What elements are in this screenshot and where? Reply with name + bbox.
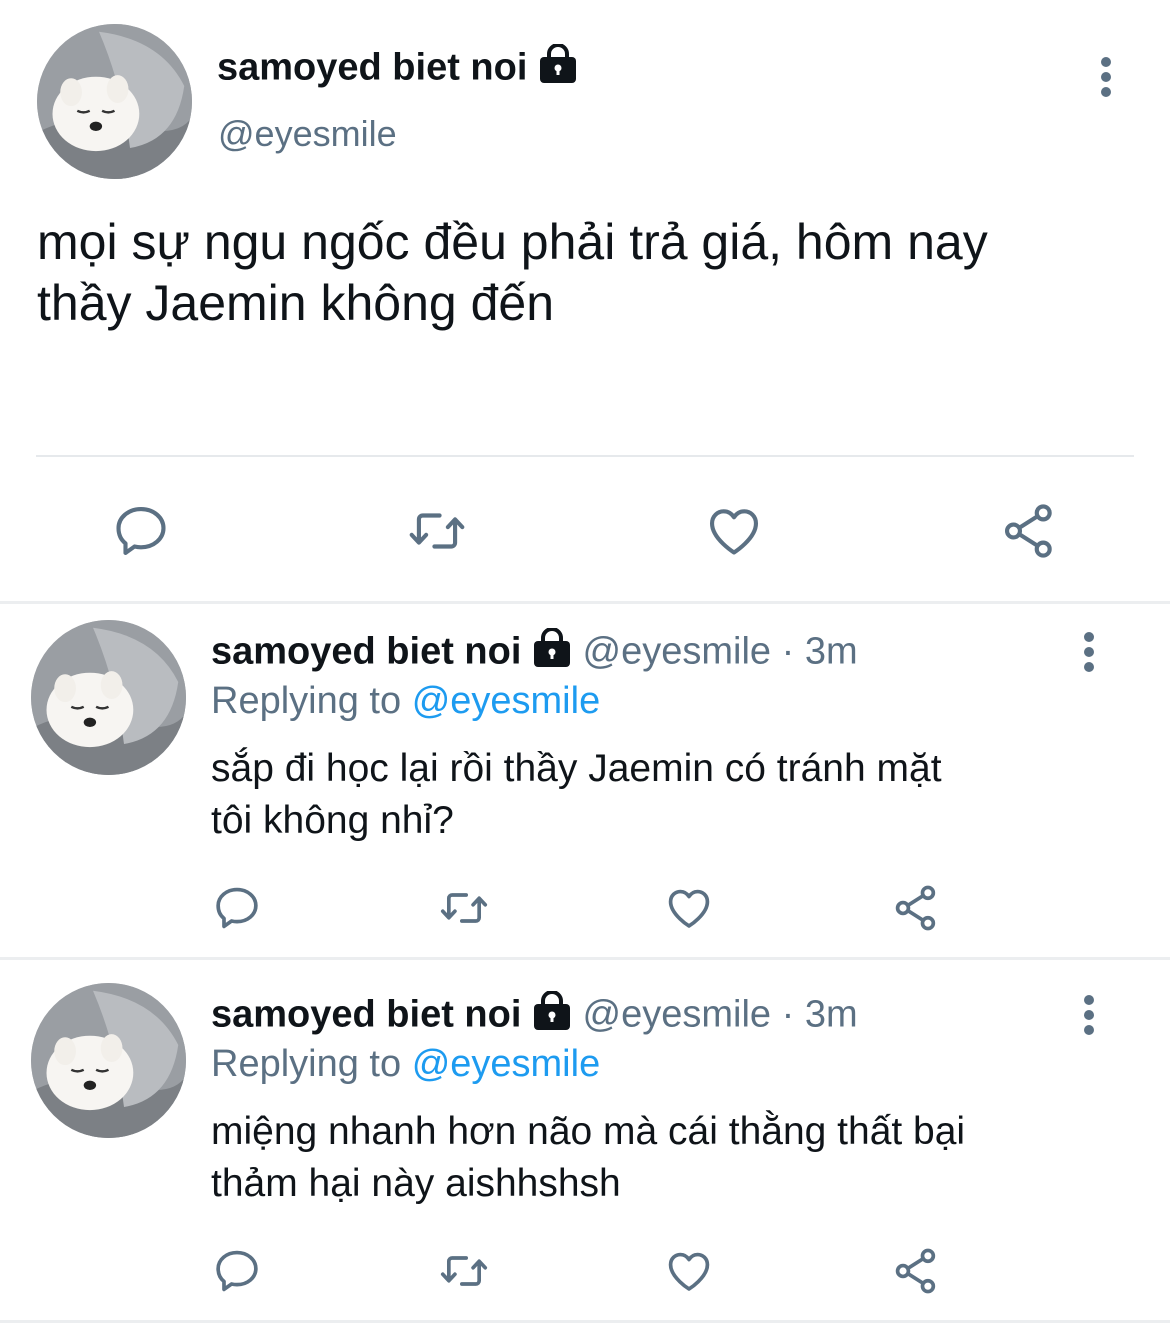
replying-handle-link[interactable]: @eyesmile	[412, 680, 601, 722]
avatar[interactable]	[31, 983, 186, 1138]
separator: ·	[781, 630, 795, 673]
tweet-divider	[36, 455, 1134, 457]
reply-text-line-1: miệng nhanh hơn não mà cái thằng thất bạ…	[211, 1110, 966, 1153]
reply-icon[interactable]	[211, 882, 263, 934]
like-icon[interactable]	[663, 1245, 715, 1297]
like-icon[interactable]	[703, 500, 765, 562]
tweet-text-line-1: mọi sự ngu ngốc đều phải trả giá, hôm na…	[37, 214, 988, 270]
lock-icon	[532, 627, 572, 679]
lock-icon	[538, 43, 578, 95]
more-icon[interactable]	[1100, 55, 1112, 99]
share-icon[interactable]	[998, 500, 1060, 562]
avatar[interactable]	[31, 620, 186, 775]
avatar[interactable]	[37, 24, 192, 179]
lock-icon	[532, 990, 572, 1042]
reply-icon[interactable]	[110, 500, 172, 562]
reply-text-line-2: thảm hại này aishhshsh	[211, 1162, 621, 1205]
replying-to: Replying to @eyesmile	[211, 678, 600, 724]
share-icon[interactable]	[890, 882, 942, 934]
section-divider	[0, 957, 1170, 960]
handle[interactable]: @eyesmile	[218, 112, 397, 156]
share-icon[interactable]	[890, 1245, 942, 1297]
retweet-icon[interactable]	[436, 1245, 492, 1297]
section-divider	[0, 601, 1170, 604]
reply-icon[interactable]	[211, 1245, 263, 1297]
samoyed-avatar-image	[31, 620, 186, 775]
samoyed-avatar-image	[37, 24, 192, 179]
replying-to: Replying to @eyesmile	[211, 1041, 600, 1087]
display-name[interactable]: samoyed biet noi	[211, 631, 521, 673]
replying-handle-link[interactable]: @eyesmile	[412, 1043, 601, 1085]
display-name[interactable]: samoyed biet noi	[211, 994, 521, 1036]
reply-header: samoyed biet noi @eyesmile · 3m	[211, 990, 858, 1042]
more-icon[interactable]	[1083, 630, 1095, 674]
display-name[interactable]: samoyed biet noi	[217, 47, 527, 89]
retweet-icon[interactable]	[404, 500, 470, 562]
timestamp[interactable]: 3m	[805, 994, 858, 1036]
handle[interactable]: @eyesmile	[583, 631, 772, 673]
like-icon[interactable]	[663, 882, 715, 934]
handle[interactable]: @eyesmile	[583, 994, 772, 1036]
reply-header: samoyed biet noi @eyesmile · 3m	[211, 627, 858, 679]
retweet-icon[interactable]	[436, 882, 492, 934]
separator: ·	[781, 993, 795, 1036]
tweet-text-line-2: thầy Jaemin không đến	[37, 275, 555, 331]
replying-label: Replying to	[211, 680, 402, 722]
timestamp[interactable]: 3m	[805, 631, 858, 673]
reply-text-line-2: tôi không nhỉ?	[211, 799, 454, 842]
replying-label: Replying to	[211, 1043, 402, 1085]
samoyed-avatar-image	[31, 983, 186, 1138]
reply-text-line-1: sắp đi học lại rồi thầy Jaemin có tránh …	[211, 747, 942, 790]
more-icon[interactable]	[1083, 993, 1095, 1037]
